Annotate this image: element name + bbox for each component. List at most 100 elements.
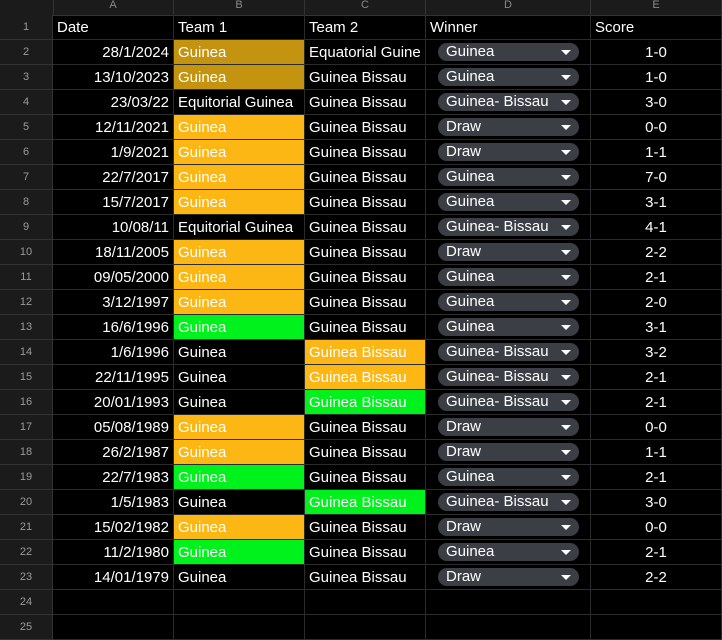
date-cell[interactable]: 15/02/1982: [53, 515, 174, 540]
team1-cell[interactable]: Equitorial Guinea: [174, 215, 305, 240]
team1-cell[interactable]: Guinea: [174, 115, 305, 140]
winner-dropdown-chip[interactable]: Guinea- Bissau: [438, 493, 579, 511]
row-number[interactable]: 3: [0, 65, 53, 90]
team2-cell[interactable]: Guinea Bissau: [305, 315, 426, 340]
score-cell[interactable]: 2-0: [591, 290, 722, 315]
winner-dropdown-chip[interactable]: Guinea- Bissau: [438, 368, 579, 386]
date-cell[interactable]: 11/2/1980: [53, 540, 174, 565]
header-date-cell[interactable]: Date: [53, 15, 174, 40]
winner-cell[interactable]: Guinea: [426, 165, 591, 190]
winner-cell[interactable]: Guinea- Bissau: [426, 390, 591, 415]
team1-cell[interactable]: Guinea: [174, 440, 305, 465]
dropdown-arrow-icon[interactable]: [561, 425, 571, 430]
winner-dropdown-chip[interactable]: Guinea: [438, 293, 579, 311]
team1-cell[interactable]: Guinea: [174, 540, 305, 565]
row-number[interactable]: 22: [0, 540, 53, 565]
empty-cell[interactable]: [591, 590, 722, 615]
winner-cell[interactable]: Draw: [426, 240, 591, 265]
row-number[interactable]: 2: [0, 40, 53, 65]
date-cell[interactable]: 3/12/1997: [53, 290, 174, 315]
date-cell[interactable]: 23/03/22: [53, 90, 174, 115]
date-cell[interactable]: 1/9/2021: [53, 140, 174, 165]
winner-cell[interactable]: Guinea: [426, 190, 591, 215]
team1-cell[interactable]: Guinea: [174, 40, 305, 65]
team2-cell[interactable]: Guinea Bissau: [305, 140, 426, 165]
dropdown-arrow-icon[interactable]: [561, 525, 571, 530]
empty-cell[interactable]: [174, 590, 305, 615]
dropdown-arrow-icon[interactable]: [561, 225, 571, 230]
score-cell[interactable]: 0-0: [591, 515, 722, 540]
team1-cell[interactable]: Guinea: [174, 315, 305, 340]
row-number[interactable]: 5: [0, 115, 53, 140]
row-number[interactable]: 13: [0, 315, 53, 340]
winner-cell[interactable]: Draw: [426, 140, 591, 165]
team1-cell[interactable]: Guinea: [174, 165, 305, 190]
team1-cell[interactable]: Guinea: [174, 290, 305, 315]
empty-cell[interactable]: [426, 590, 591, 615]
row-number[interactable]: 11: [0, 265, 53, 290]
dropdown-arrow-icon[interactable]: [561, 125, 571, 130]
winner-cell[interactable]: Draw: [426, 565, 591, 590]
team2-cell[interactable]: Guinea Bissau: [305, 440, 426, 465]
team1-cell[interactable]: Guinea: [174, 365, 305, 390]
team1-cell[interactable]: Guinea: [174, 140, 305, 165]
score-cell[interactable]: 0-0: [591, 415, 722, 440]
winner-dropdown-chip[interactable]: Guinea: [438, 168, 579, 186]
row-number[interactable]: 7: [0, 165, 53, 190]
team1-cell[interactable]: Guinea: [174, 415, 305, 440]
winner-dropdown-chip[interactable]: Guinea: [438, 543, 579, 561]
score-cell[interactable]: 2-1: [591, 265, 722, 290]
row-number[interactable]: 4: [0, 90, 53, 115]
winner-dropdown-chip[interactable]: Draw: [438, 568, 579, 586]
winner-dropdown-chip[interactable]: Guinea- Bissau: [438, 393, 579, 411]
team1-cell[interactable]: Guinea: [174, 390, 305, 415]
winner-dropdown-chip[interactable]: Draw: [438, 443, 579, 461]
team2-cell[interactable]: Equatorial Guine: [305, 40, 426, 65]
row-number[interactable]: 9: [0, 215, 53, 240]
team1-cell[interactable]: Guinea: [174, 265, 305, 290]
score-cell[interactable]: 1-1: [591, 440, 722, 465]
team2-cell[interactable]: Guinea Bissau: [305, 390, 426, 415]
dropdown-arrow-icon[interactable]: [561, 450, 571, 455]
winner-cell[interactable]: Guinea- Bissau: [426, 490, 591, 515]
score-cell[interactable]: 3-2: [591, 340, 722, 365]
dropdown-arrow-icon[interactable]: [561, 200, 571, 205]
row-number[interactable]: 18: [0, 440, 53, 465]
score-cell[interactable]: 0-0: [591, 115, 722, 140]
date-cell[interactable]: 18/11/2005: [53, 240, 174, 265]
team2-cell[interactable]: Guinea Bissau: [305, 465, 426, 490]
winner-dropdown-chip[interactable]: Guinea: [438, 318, 579, 336]
score-cell[interactable]: 1-0: [591, 40, 722, 65]
score-cell[interactable]: 1-1: [591, 140, 722, 165]
winner-cell[interactable]: Draw: [426, 415, 591, 440]
date-cell[interactable]: 1/5/1983: [53, 490, 174, 515]
row-number[interactable]: 19: [0, 465, 53, 490]
score-cell[interactable]: 3-1: [591, 190, 722, 215]
winner-cell[interactable]: Guinea: [426, 465, 591, 490]
winner-cell[interactable]: Guinea: [426, 40, 591, 65]
date-cell[interactable]: 26/2/1987: [53, 440, 174, 465]
team2-cell[interactable]: Guinea Bissau: [305, 540, 426, 565]
dropdown-arrow-icon[interactable]: [561, 50, 571, 55]
date-cell[interactable]: 22/7/1983: [53, 465, 174, 490]
empty-cell[interactable]: [174, 615, 305, 640]
date-cell[interactable]: 22/11/1995: [53, 365, 174, 390]
team2-cell[interactable]: Guinea Bissau: [305, 565, 426, 590]
empty-cell[interactable]: [426, 615, 591, 640]
team2-cell[interactable]: Guinea Bissau: [305, 190, 426, 215]
winner-cell[interactable]: Guinea: [426, 65, 591, 90]
dropdown-arrow-icon[interactable]: [561, 325, 571, 330]
header-winner-cell[interactable]: Winner: [426, 15, 591, 40]
row-number[interactable]: 25: [0, 615, 53, 640]
winner-cell[interactable]: Draw: [426, 115, 591, 140]
winner-dropdown-chip[interactable]: Guinea: [438, 43, 579, 61]
score-cell[interactable]: 2-1: [591, 465, 722, 490]
dropdown-arrow-icon[interactable]: [561, 500, 571, 505]
score-cell[interactable]: 2-2: [591, 240, 722, 265]
column-header-a[interactable]: A: [53, 0, 174, 15]
winner-dropdown-chip[interactable]: Guinea: [438, 468, 579, 486]
date-cell[interactable]: 12/11/2021: [53, 115, 174, 140]
winner-dropdown-chip[interactable]: Guinea: [438, 193, 579, 211]
score-cell[interactable]: 7-0: [591, 165, 722, 190]
date-cell[interactable]: 09/05/2000: [53, 265, 174, 290]
